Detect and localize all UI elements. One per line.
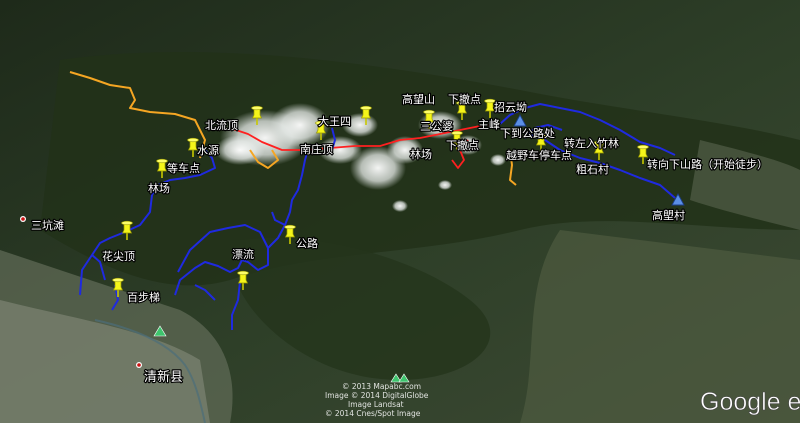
label-sankengtan: 三坑滩 bbox=[31, 218, 64, 232]
label-dengchedian-w: 等车点 bbox=[167, 161, 200, 175]
label-dawangsi: 大王四 bbox=[318, 114, 351, 128]
label-baibuti: 百步梯 bbox=[127, 291, 160, 304]
label-zhufeng: 主峰 bbox=[478, 118, 500, 131]
map-canvas: 北流顶 水源 等车点 林场 花尖顶 百步梯 漂流 公路 大王四 南庄顶 高望山 … bbox=[0, 0, 800, 423]
label-yueye: 越野车停车点 bbox=[506, 148, 572, 162]
label-linchang-w: 林场 bbox=[148, 181, 170, 195]
google-earth-logo: Google e bbox=[700, 388, 800, 416]
label-piaoliu: 漂流 bbox=[232, 247, 254, 261]
label-nanzhuangding: 南庄顶 bbox=[300, 142, 333, 156]
credit-cnes: © 2014 Cnes/Spot Image bbox=[325, 409, 421, 418]
label-gaowangcun: 高塱村 bbox=[652, 208, 685, 222]
label-qingxinxian: 清新县 bbox=[144, 369, 183, 385]
label-xiachedian-top: 下撤点 bbox=[448, 92, 481, 106]
label-xiadao-gonglu: 下到公路处 bbox=[500, 127, 555, 140]
label-zhaoyunao: 招云坳 bbox=[494, 100, 527, 114]
label-gaowangshan: 高望山 bbox=[402, 92, 435, 106]
label-huajianding: 花尖顶 bbox=[102, 250, 135, 263]
label-zhuanzuo: 转左入竹林 bbox=[564, 136, 619, 150]
credit-mapabc: © 2013 Mapabc.com bbox=[342, 382, 421, 391]
credit-landsat: Image Landsat bbox=[348, 400, 404, 409]
label-linchang-e: 林场 bbox=[410, 147, 432, 161]
label-gonglu: 公路 bbox=[296, 237, 318, 250]
credit-digitalglobe: Image © 2014 DigitalGlobe bbox=[325, 391, 429, 400]
label-xiachedian-mid: 下撤点 bbox=[446, 138, 479, 152]
label-sangongpo: 三公婆 bbox=[420, 120, 453, 133]
label-zhuanxiang: 转向下山路（开始徒步） bbox=[647, 157, 768, 171]
satellite-map[interactable]: 北流顶 水源 等车点 林场 花尖顶 百步梯 漂流 公路 大王四 南庄顶 高望山 … bbox=[0, 0, 800, 423]
label-beiliuding: 北流顶 bbox=[205, 118, 238, 132]
label-shuiyuan: 水源 bbox=[197, 143, 219, 157]
label-cushicun: 粗石村 bbox=[576, 162, 609, 176]
